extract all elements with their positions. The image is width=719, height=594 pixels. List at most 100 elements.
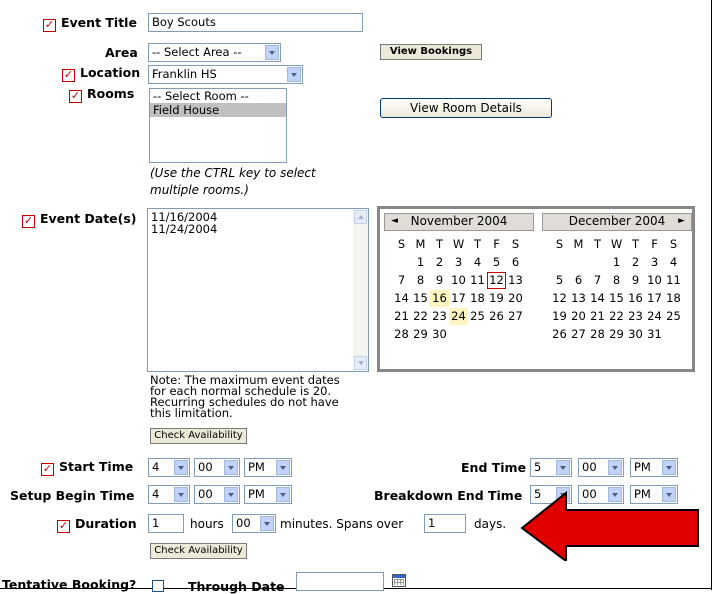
- calendar-day[interactable]: 18: [664, 290, 683, 307]
- chevron-down-icon[interactable]: [276, 460, 290, 475]
- duration-days-input[interactable]: 1: [424, 514, 466, 533]
- calendar-day[interactable]: 30: [626, 326, 645, 343]
- calendar-day[interactable]: 8: [607, 272, 626, 289]
- calendar-day[interactable]: 26: [550, 326, 569, 343]
- calendar-day[interactable]: 17: [645, 290, 664, 307]
- calendar-icon[interactable]: [392, 574, 406, 587]
- calendar-day[interactable]: 23: [430, 308, 449, 325]
- calendar-day[interactable]: 7: [588, 272, 607, 289]
- chevron-down-icon[interactable]: [224, 460, 238, 475]
- area-select[interactable]: -- Select Area --: [148, 43, 281, 62]
- view-room-details-button[interactable]: View Room Details: [380, 98, 552, 118]
- calendar-day[interactable]: 1: [411, 254, 430, 271]
- calendar-day[interactable]: 12: [550, 290, 569, 307]
- view-bookings-button[interactable]: View Bookings: [380, 44, 482, 60]
- calendar-day[interactable]: 9: [430, 272, 449, 289]
- calendar-day[interactable]: 2: [626, 254, 645, 271]
- list-item[interactable]: Field House: [150, 103, 286, 117]
- chevron-down-icon[interactable]: [662, 460, 676, 475]
- calendar-day[interactable]: 6: [569, 272, 588, 289]
- calendar-day[interactable]: 25: [664, 308, 683, 325]
- calendar-day[interactable]: 19: [487, 290, 506, 307]
- scroll-down-icon[interactable]: [354, 356, 367, 370]
- next-month-icon[interactable]: ►: [678, 214, 685, 229]
- start-minute-select[interactable]: 00: [194, 458, 240, 477]
- calendar-day[interactable]: 21: [588, 308, 607, 325]
- calendar-day[interactable]: 5: [550, 272, 569, 289]
- end-ampm-select[interactable]: PM: [630, 458, 678, 477]
- calendar-day[interactable]: 27: [506, 308, 525, 325]
- calendar-day[interactable]: 25: [468, 308, 487, 325]
- textarea-scrollbar[interactable]: [353, 209, 368, 371]
- scroll-up-icon[interactable]: [354, 210, 367, 224]
- event-dates-textarea[interactable]: 11/16/2004 11/24/2004: [147, 208, 369, 372]
- setup-minute-select[interactable]: 00: [194, 485, 240, 504]
- calendar-day[interactable]: 4: [468, 254, 487, 271]
- calendar-day[interactable]: 29: [411, 326, 430, 343]
- calendar-day[interactable]: 14: [588, 290, 607, 307]
- calendar-day[interactable]: 6: [506, 254, 525, 271]
- calendar-day[interactable]: 28: [392, 326, 411, 343]
- list-item[interactable]: -- Select Room --: [150, 89, 286, 103]
- calendar-day[interactable]: 1: [607, 254, 626, 271]
- calendar-day[interactable]: 7: [392, 272, 411, 289]
- calendar-day[interactable]: 27: [569, 326, 588, 343]
- calendar-day[interactable]: 24: [449, 308, 468, 325]
- through-date-input[interactable]: [296, 572, 384, 591]
- duration-minutes-select[interactable]: 00: [232, 514, 276, 533]
- chevron-down-icon[interactable]: [276, 487, 290, 502]
- calendar-day[interactable]: 13: [506, 272, 525, 289]
- calendar-day[interactable]: 30: [430, 326, 449, 343]
- calendar-day[interactable]: 26: [487, 308, 506, 325]
- calendar-day[interactable]: 8: [411, 272, 430, 289]
- calendar-day[interactable]: 20: [506, 290, 525, 307]
- calendar-day[interactable]: 16: [430, 290, 449, 307]
- duration-hours-input[interactable]: 1: [148, 514, 184, 533]
- check-availability-button-2[interactable]: Check Availability: [150, 543, 247, 559]
- calendar-day[interactable]: 31: [645, 326, 664, 343]
- calendar-day[interactable]: 3: [645, 254, 664, 271]
- setup-hour-select[interactable]: 4: [148, 485, 190, 504]
- tentative-booking-checkbox[interactable]: [152, 580, 164, 592]
- calendar-day[interactable]: 21: [392, 308, 411, 325]
- calendar-day[interactable]: 15: [607, 290, 626, 307]
- start-ampm-select[interactable]: PM: [244, 458, 292, 477]
- calendar-day[interactable]: 14: [392, 290, 411, 307]
- check-availability-button[interactable]: Check Availability: [150, 428, 247, 444]
- calendar-day[interactable]: 20: [569, 308, 588, 325]
- chevron-down-icon[interactable]: [608, 460, 622, 475]
- chevron-down-icon[interactable]: [265, 45, 279, 60]
- calendar-day[interactable]: 4: [664, 254, 683, 271]
- chevron-down-icon[interactable]: [224, 487, 238, 502]
- calendar-day[interactable]: 24: [645, 308, 664, 325]
- calendar-day[interactable]: 22: [411, 308, 430, 325]
- calendar-day[interactable]: 22: [607, 308, 626, 325]
- calendar-day[interactable]: 18: [468, 290, 487, 307]
- calendar-day[interactable]: 11: [468, 272, 487, 289]
- chevron-down-icon[interactable]: [174, 487, 188, 502]
- event-title-input[interactable]: Boy Scouts: [148, 13, 363, 32]
- rooms-listbox[interactable]: -- Select Room -- Field House: [149, 88, 287, 163]
- calendar-day[interactable]: 11: [664, 272, 683, 289]
- calendar-day[interactable]: 29: [607, 326, 626, 343]
- end-minute-select[interactable]: 00: [578, 458, 624, 477]
- chevron-down-icon[interactable]: [556, 460, 570, 475]
- calendar-day[interactable]: 28: [588, 326, 607, 343]
- calendar-day[interactable]: 3: [449, 254, 468, 271]
- end-hour-select[interactable]: 5: [530, 458, 572, 477]
- calendar-day[interactable]: 5: [487, 254, 506, 271]
- calendar-day[interactable]: 17: [449, 290, 468, 307]
- previous-month-icon[interactable]: ◄: [391, 214, 398, 229]
- chevron-down-icon[interactable]: [287, 67, 301, 82]
- location-select[interactable]: Franklin HS: [148, 65, 303, 84]
- calendar-day[interactable]: 2: [430, 254, 449, 271]
- chevron-down-icon[interactable]: [174, 460, 188, 475]
- calendar-day[interactable]: 9: [626, 272, 645, 289]
- calendar-day[interactable]: 23: [626, 308, 645, 325]
- chevron-down-icon[interactable]: [260, 516, 274, 531]
- calendar-day[interactable]: 19: [550, 308, 569, 325]
- calendar-day[interactable]: 10: [449, 272, 468, 289]
- calendar-day[interactable]: 10: [645, 272, 664, 289]
- start-hour-select[interactable]: 4: [148, 458, 190, 477]
- calendar-day[interactable]: 15: [411, 290, 430, 307]
